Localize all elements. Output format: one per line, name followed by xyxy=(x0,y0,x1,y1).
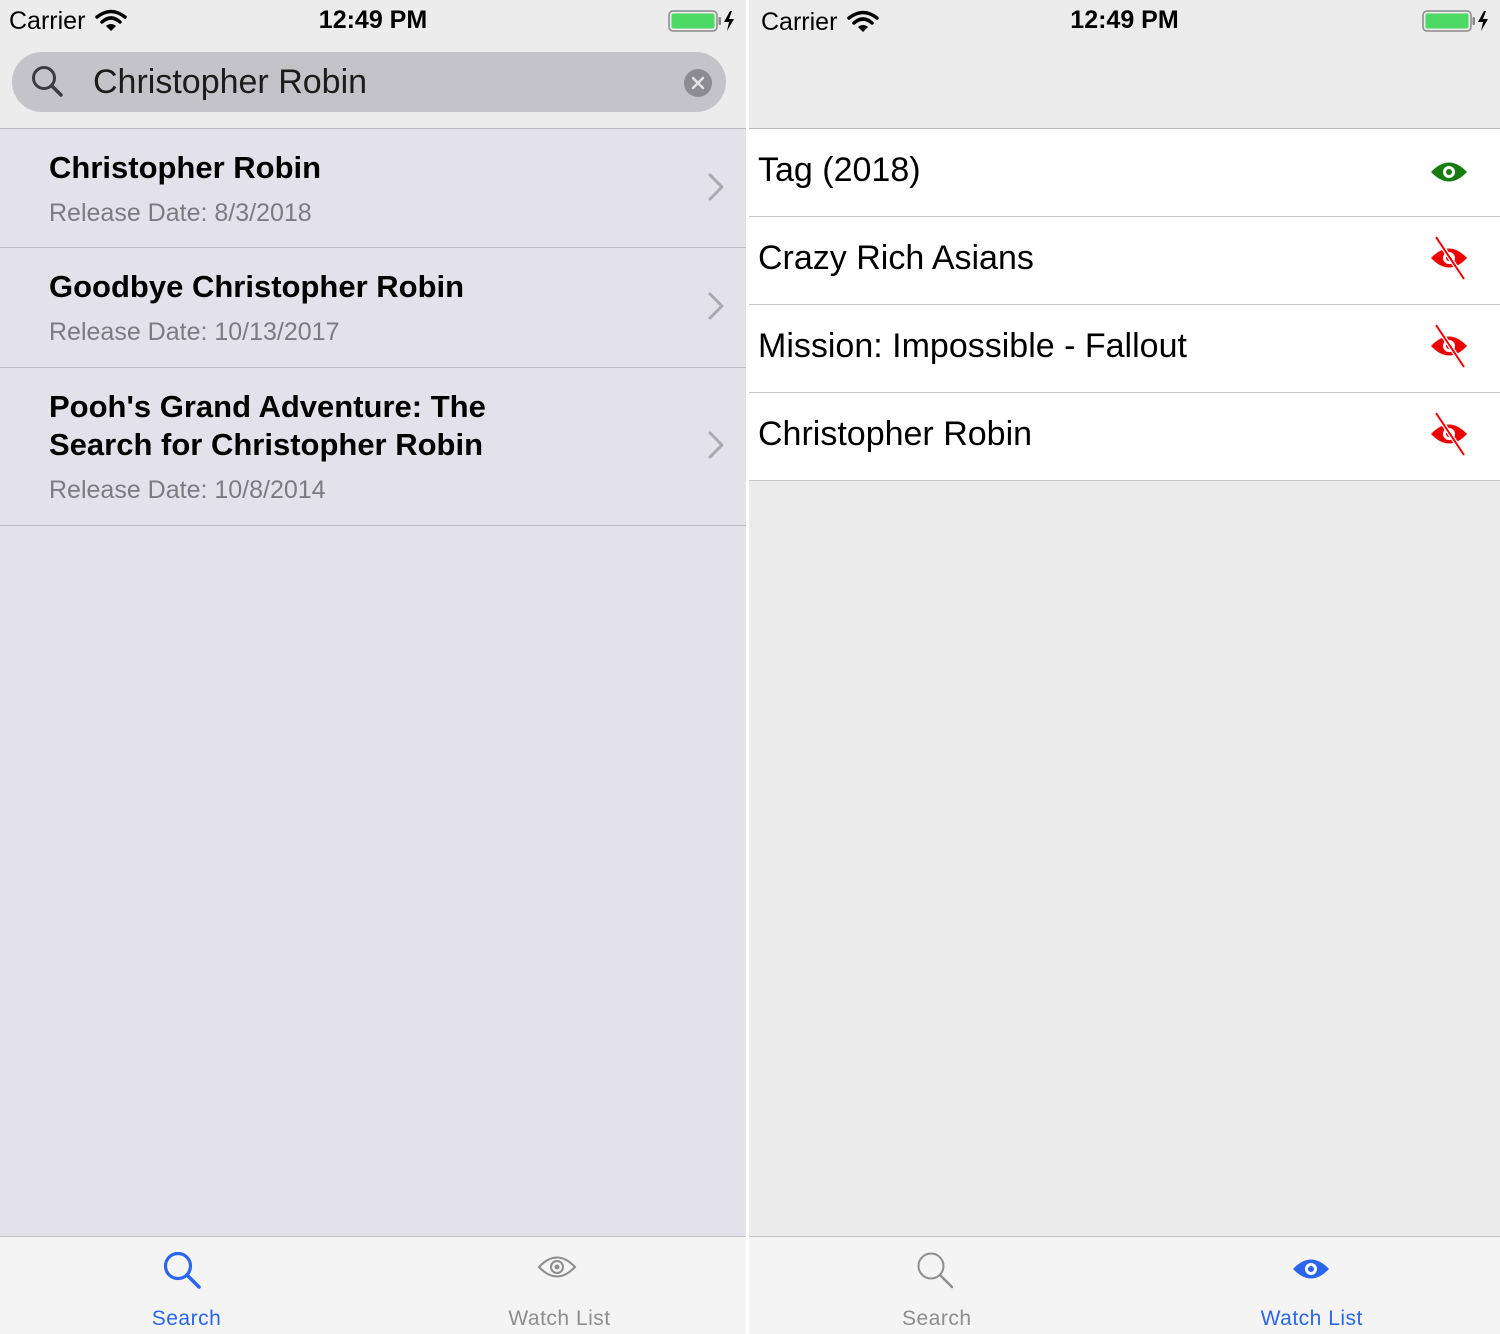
result-row[interactable]: Pooh's Grand Adventure: The Search for C… xyxy=(0,368,746,526)
movie-title: Christopher Robin xyxy=(758,415,1033,453)
status-time: 12:49 PM xyxy=(318,6,428,34)
watch-list-header: Carrier 12:49 PM xyxy=(749,0,1500,129)
eye-slash-icon[interactable] xyxy=(1429,323,1469,369)
result-row[interactable]: Christopher Robin Release Date: 8/3/2018 xyxy=(0,129,746,248)
result-title: Goodbye Christopher Robin xyxy=(49,269,465,304)
tab-watch-list[interactable]: Watch List xyxy=(373,1237,746,1334)
result-row[interactable]: Goodbye Christopher Robin Release Date: … xyxy=(0,248,746,368)
result-release-date: Release Date: 10/8/2014 xyxy=(49,476,326,504)
search-header: Carrier 12:49 PM Christopher Robin xyxy=(0,0,746,129)
eye-slash-icon[interactable] xyxy=(1429,235,1469,281)
tab-watch-list[interactable]: Watch List xyxy=(1124,1237,1500,1334)
battery-icon xyxy=(668,10,734,32)
result-title: Christopher Robin xyxy=(49,150,322,185)
search-icon xyxy=(163,1251,201,1289)
search-bar[interactable]: Christopher Robin xyxy=(12,52,726,112)
tab-label: Search xyxy=(901,1307,972,1330)
movie-title: Mission: Impossible - Fallout xyxy=(758,327,1187,365)
tab-search[interactable]: Search xyxy=(0,1237,373,1334)
tab-bar: Search Watch List xyxy=(0,1236,746,1334)
close-icon xyxy=(691,76,705,90)
movie-title: Crazy Rich Asians xyxy=(758,239,1034,277)
search-icon xyxy=(32,66,63,97)
chevron-right-icon xyxy=(708,173,724,201)
tab-label: Watch List xyxy=(1260,1307,1363,1330)
eye-icon xyxy=(1293,1259,1329,1279)
watch-list-row[interactable]: Crazy Rich Asians xyxy=(749,217,1500,305)
status-time: 12:49 PM xyxy=(1070,6,1179,34)
watch-list-row[interactable]: Tag (2018) xyxy=(749,129,1500,217)
search-input[interactable]: Christopher Robin xyxy=(93,63,367,102)
tab-search[interactable]: Search xyxy=(749,1237,1125,1334)
search-screen: Carrier 12:49 PM Christopher Robin Chris… xyxy=(0,0,746,1334)
chevron-right-icon xyxy=(708,292,724,320)
results-list: Christopher Robin Release Date: 8/3/2018… xyxy=(0,129,746,526)
watch-list: Tag (2018) Crazy Rich Asians Mission: Im… xyxy=(749,129,1500,481)
clear-search-button[interactable] xyxy=(684,69,712,97)
result-release-date: Release Date: 10/13/2017 xyxy=(49,318,340,346)
movie-title: Tag (2018) xyxy=(758,151,921,189)
tab-label: Watch List xyxy=(508,1307,611,1330)
search-icon xyxy=(917,1252,954,1289)
battery-icon xyxy=(1422,10,1488,32)
status-bar: Carrier 12:49 PM xyxy=(0,0,746,44)
result-title: Pooh's Grand Adventure: The Search for C… xyxy=(49,389,486,462)
watch-list-screen: Carrier 12:49 PM Tag (2018) Crazy Rich A… xyxy=(749,0,1500,1334)
result-release-date: Release Date: 8/3/2018 xyxy=(49,199,312,227)
eye-slash-icon[interactable] xyxy=(1429,411,1469,457)
watch-list-row[interactable]: Mission: Impossible - Fallout xyxy=(749,305,1500,393)
tab-bar: Search Watch List xyxy=(749,1236,1500,1334)
eye-outline-icon xyxy=(537,1256,577,1278)
status-bar: Carrier 12:49 PM xyxy=(749,0,1500,44)
watch-list-row[interactable]: Christopher Robin xyxy=(749,393,1500,481)
chevron-right-icon xyxy=(708,431,724,459)
eye-icon[interactable] xyxy=(1429,159,1469,185)
tab-label: Search xyxy=(151,1307,222,1330)
